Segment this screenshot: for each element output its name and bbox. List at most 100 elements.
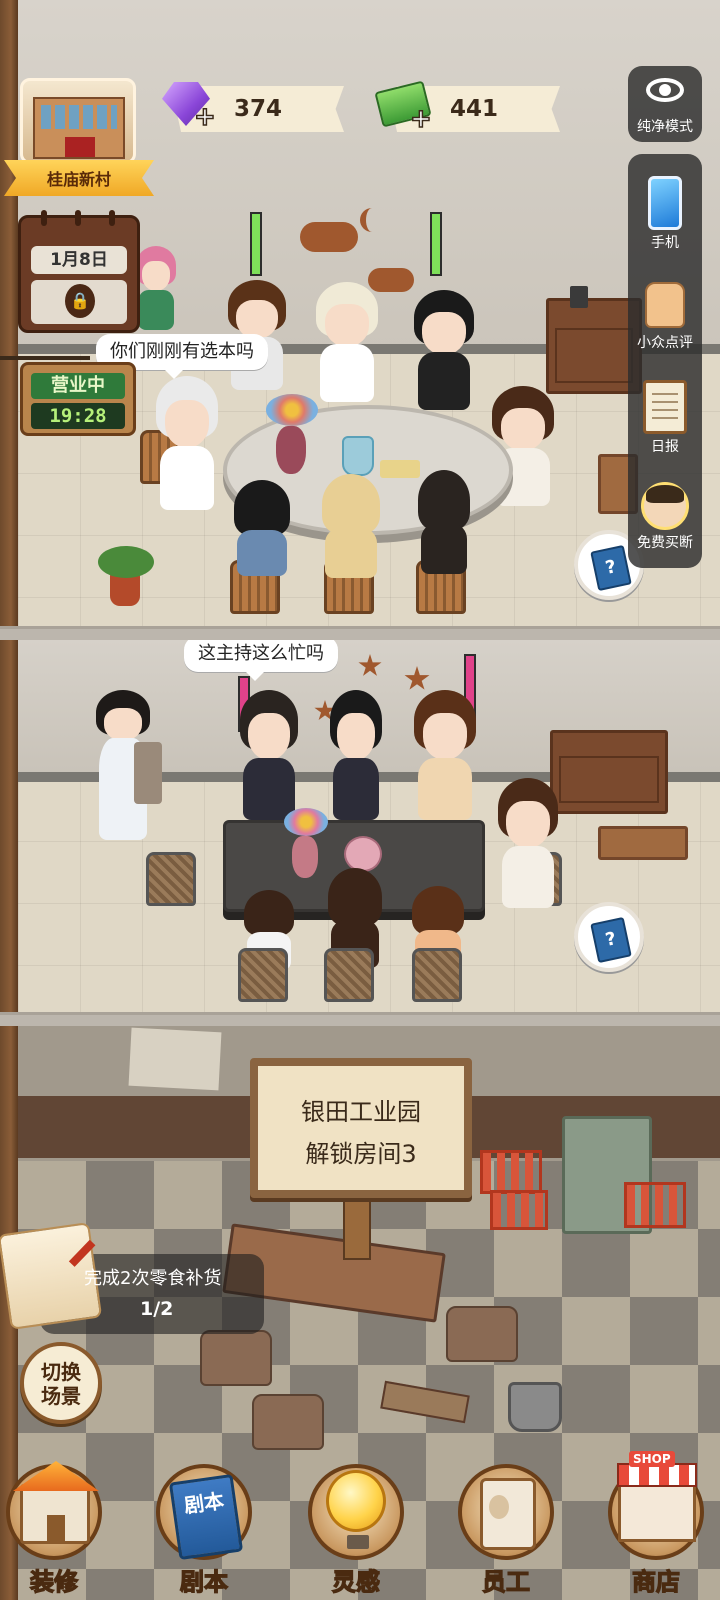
quest-tracker[interactable]: 完成2次零食补货 1/2	[0, 1222, 264, 1334]
side-item-free-buyout[interactable]: 免费买断	[628, 482, 702, 552]
character-long-hair-woman[interactable]	[414, 690, 476, 820]
character-headphones-man[interactable]	[156, 376, 218, 510]
red-crate	[480, 1150, 542, 1194]
paper-bucket	[508, 1382, 562, 1432]
clipboard-icon	[643, 380, 687, 434]
switch-scene-label-1: 切换	[41, 1360, 81, 1384]
chair	[412, 948, 462, 1002]
add-cash-button[interactable]: +	[409, 103, 432, 135]
plant-leaves	[98, 546, 154, 578]
shop-icon-text: SHOP	[629, 1451, 675, 1467]
location-ribbon[interactable]: 桂庙新村	[4, 160, 154, 196]
sign-post	[343, 1190, 371, 1260]
flower-vase	[292, 836, 318, 878]
speech-bubble-room2: 这主持这么忙吗	[184, 640, 338, 681]
character-back-blonde[interactable]	[322, 474, 380, 578]
avatar-icon	[641, 482, 689, 530]
character-black-jacket-man[interactable]	[414, 290, 474, 410]
character-reading-man[interactable]	[240, 690, 298, 820]
shop-building-icon	[33, 97, 125, 159]
flowers	[266, 394, 318, 426]
flower-vase	[276, 426, 306, 474]
rubble-sack	[446, 1306, 518, 1362]
character-curly-woman-2[interactable]	[498, 778, 558, 908]
glasses-tray	[380, 460, 420, 478]
chair	[324, 948, 374, 1002]
side-table-candles	[598, 826, 688, 860]
business-status-sign[interactable]: 营业中 19:28	[20, 362, 136, 436]
quest-title: 完成2次零食补货	[84, 1268, 222, 1289]
character-reading-woman[interactable]	[330, 690, 382, 820]
neon-light-right	[430, 212, 442, 276]
eye-icon	[646, 78, 684, 102]
unlock-room-sign[interactable]: 银田工业园 解锁房间3	[250, 1058, 472, 1198]
room-divider	[0, 1012, 720, 1026]
calendar-ring	[75, 210, 81, 226]
character-catgirl[interactable]	[316, 282, 378, 402]
shop-icon: SHOP	[617, 1451, 697, 1542]
script-book-icon-text: 剧本	[182, 1488, 226, 1518]
nav-scripts[interactable]: 剧本 剧本	[144, 1450, 264, 1600]
pure-mode-label: 纯净模式	[637, 119, 693, 135]
chair	[238, 948, 288, 1002]
calendar-date: 1月8日	[31, 246, 127, 274]
unlock-room-label: 解锁房间3	[305, 1140, 417, 1168]
nav-label: 员工	[481, 1567, 530, 1596]
calendar-widget[interactable]: 1月8日 🔒	[18, 210, 140, 333]
water-pitcher	[342, 436, 374, 476]
character-back-cap[interactable]	[234, 480, 290, 576]
business-clock: 19:28	[31, 403, 125, 429]
rubble-sack	[252, 1394, 324, 1450]
game-screen: 你们刚刚有选本吗 ? 这主持这么忙吗 ? 银田工业园 解锁房间3 桂庙新村 37…	[0, 0, 720, 1600]
location-name: 桂庙新村	[46, 170, 111, 189]
side-item-daily-report[interactable]: 日报	[628, 380, 702, 456]
side-item-label: 手机	[651, 235, 679, 251]
house-icon	[20, 1484, 90, 1544]
lock-icon: 🔒	[65, 284, 95, 318]
character-back-long-hair[interactable]	[418, 470, 470, 574]
pencil-cup	[570, 286, 588, 308]
shop-building-thumbnail[interactable]	[20, 78, 136, 164]
room-2[interactable]: 这主持这么忙吗 ?	[18, 640, 720, 1016]
nav-staff[interactable]: 员工	[446, 1450, 566, 1600]
character-pink-hair-girl[interactable]	[136, 246, 176, 330]
left-wall-frame	[0, 0, 18, 1600]
torn-poster	[128, 1027, 222, 1091]
book-icon: ?	[590, 916, 632, 964]
thumbs-up-icon	[645, 282, 685, 328]
lightbulb-icon	[326, 1470, 386, 1549]
nav-label: 剧本	[179, 1567, 228, 1596]
phone-icon	[648, 176, 682, 230]
quest-progress: 1/2	[140, 1298, 174, 1320]
side-item-phone[interactable]: 手机	[628, 176, 702, 252]
rubble-sack	[200, 1330, 272, 1386]
business-status: 营业中	[31, 373, 125, 399]
chair	[146, 852, 196, 906]
pure-mode-button[interactable]: 纯净模式	[628, 66, 702, 142]
nav-shop[interactable]: SHOP 商店	[596, 1450, 716, 1600]
calendar-ring	[41, 210, 47, 226]
book-icon: ?	[590, 544, 632, 592]
nav-inspiration[interactable]: 灵感	[296, 1450, 416, 1600]
sign-hanger	[0, 356, 90, 360]
gem-count: 374	[234, 96, 283, 122]
side-item-reviews[interactable]: 小众点评	[628, 282, 702, 352]
moon-ornament	[360, 208, 384, 232]
trash-bin	[134, 742, 162, 804]
script-book-button-room2[interactable]: ?	[574, 902, 644, 972]
nav-renovate[interactable]: 装修	[0, 1450, 114, 1600]
script-book-icon: 剧本	[168, 1473, 244, 1561]
cloud-ornament	[300, 222, 358, 252]
add-gems-button[interactable]: +	[193, 101, 216, 133]
bottom-nav: 装修 剧本 剧本 灵感 员工 SHOP 商店	[0, 1450, 720, 1600]
red-crate	[490, 1190, 548, 1230]
neon-light-left	[250, 212, 262, 276]
side-item-label: 日报	[651, 439, 679, 455]
calendar-ring	[109, 210, 115, 226]
switch-scene-button[interactable]: 切换 场景	[20, 1342, 102, 1424]
side-item-label: 免费买断	[637, 535, 693, 551]
flowers	[284, 808, 328, 836]
cash-count: 441	[450, 96, 499, 122]
teapot	[344, 836, 382, 872]
locked-room-location: 银田工业园	[301, 1098, 421, 1126]
